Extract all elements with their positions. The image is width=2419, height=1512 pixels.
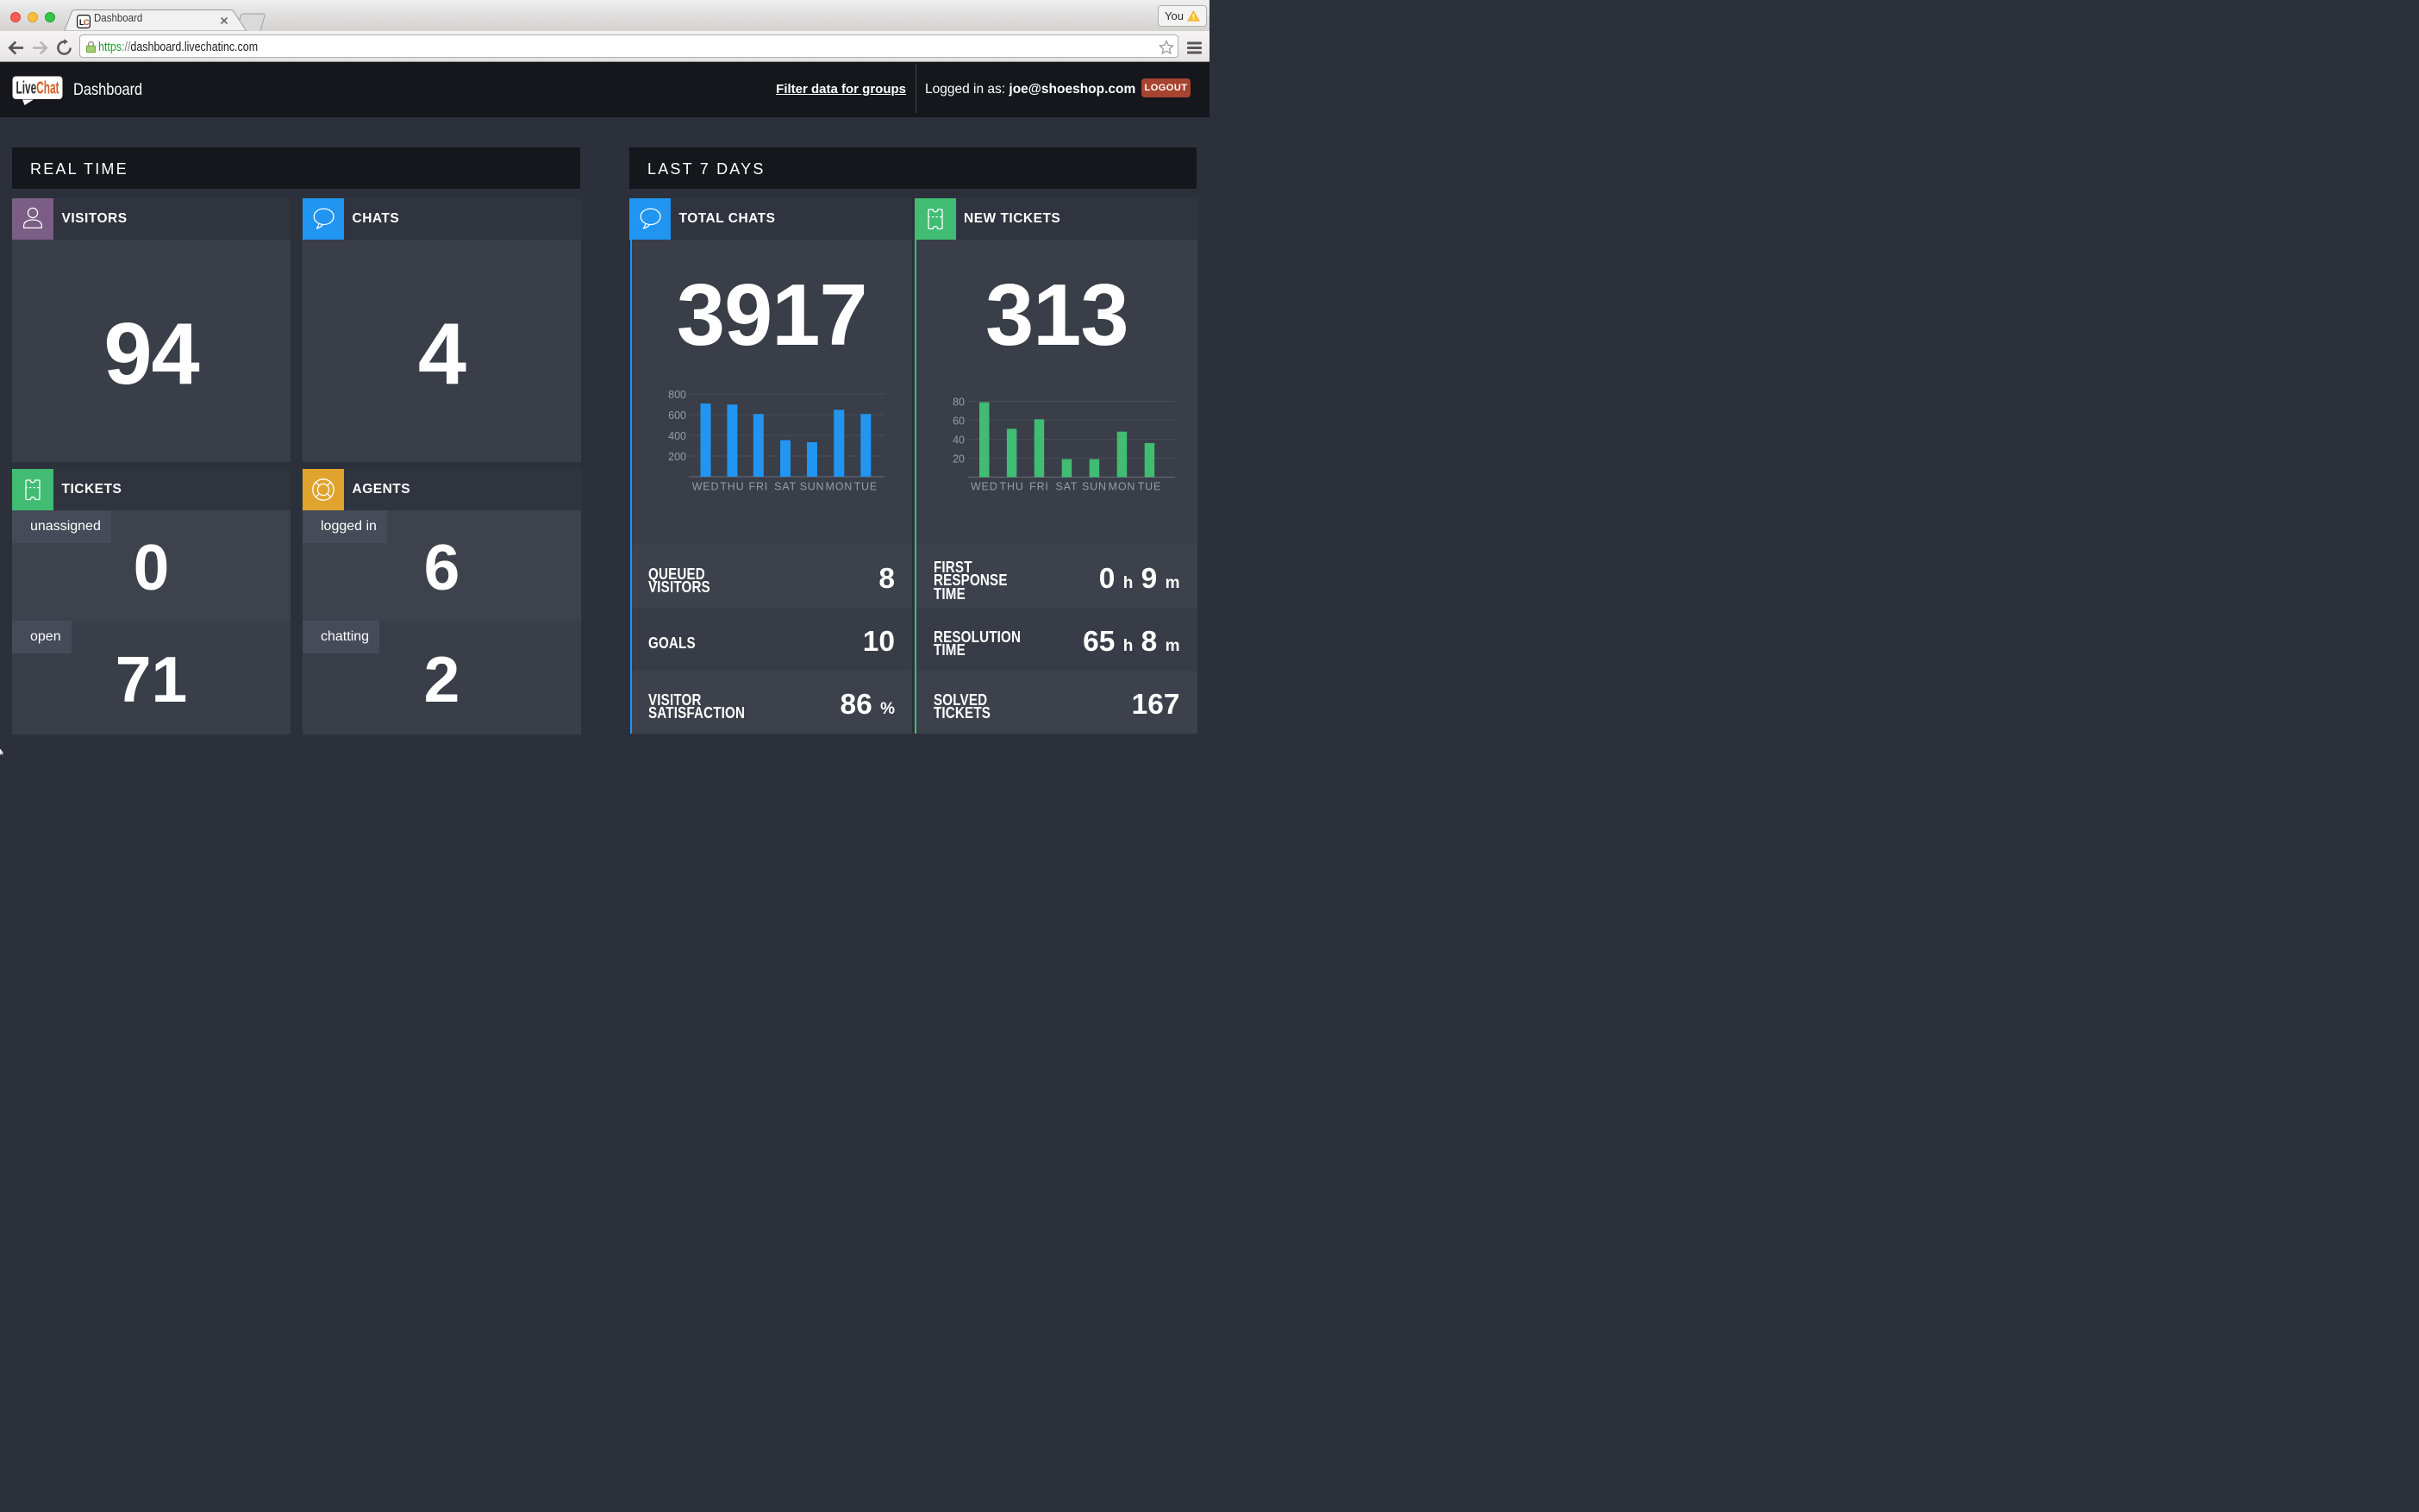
- svg-text:WED: WED: [691, 480, 719, 492]
- svg-text:40: 40: [953, 434, 965, 446]
- svg-text:WED: WED: [971, 480, 998, 492]
- svg-text:THU: THU: [720, 480, 744, 492]
- svg-text:SUN: SUN: [1082, 480, 1107, 492]
- svg-text:MON: MON: [825, 480, 853, 492]
- svg-text:SAT: SAT: [1056, 480, 1078, 492]
- svg-text:80: 80: [953, 396, 965, 408]
- svg-text:C: C: [84, 17, 90, 27]
- svg-text:600: 600: [668, 409, 686, 422]
- svg-text:400: 400: [668, 430, 686, 442]
- svg-text:THU: THU: [1000, 480, 1024, 492]
- svg-text:SUN: SUN: [799, 480, 824, 492]
- svg-text:FRI: FRI: [748, 480, 768, 492]
- svg-text:800: 800: [668, 389, 686, 401]
- svg-text:TUE: TUE: [853, 480, 877, 492]
- svg-text:FRI: FRI: [1029, 480, 1049, 492]
- svg-text:LiveChat: LiveChat: [16, 79, 59, 98]
- svg-text:TUE: TUE: [1138, 480, 1161, 492]
- svg-text:60: 60: [953, 415, 965, 427]
- svg-text:200: 200: [668, 451, 686, 463]
- svg-text:MON: MON: [1109, 480, 1136, 492]
- svg-text:20: 20: [953, 453, 965, 465]
- svg-text:SAT: SAT: [774, 480, 797, 492]
